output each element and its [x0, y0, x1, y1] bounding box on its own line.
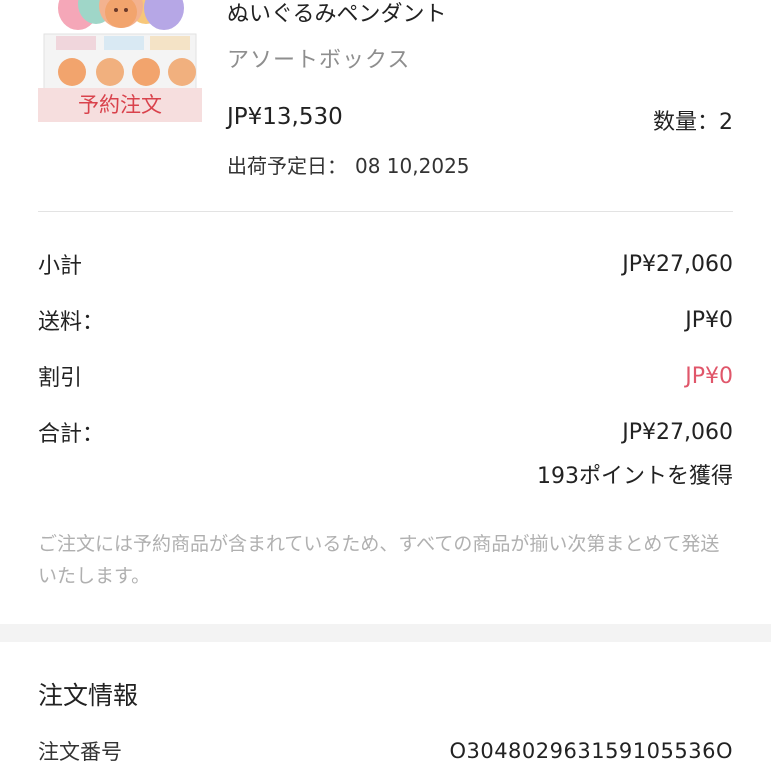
ship-date-value: 08 10,2025	[355, 154, 470, 178]
discount-label: 割引	[38, 366, 83, 391]
shipping-row: 送料： JP¥0	[38, 302, 733, 338]
discount-row: 割引 JP¥0	[38, 358, 733, 394]
product-quantity: 数量：2	[653, 110, 733, 135]
subtotal-label: 小計	[38, 254, 83, 279]
ship-date-row: 出荷予定日： 08 10,2025	[227, 150, 478, 179]
product-price: JP¥13,530	[227, 104, 343, 130]
points-earned: 193ポイントを獲得	[537, 464, 733, 489]
section-separator	[0, 624, 771, 642]
shipping-label: 送料：	[38, 310, 105, 335]
order-number-value[interactable]: O304802963159105536О	[449, 739, 733, 763]
order-number-row: 注文番号 O304802963159105536О	[38, 736, 733, 766]
discount-value: JP¥0	[685, 363, 733, 389]
preorder-note: ご注文には予約商品が含まれているため、すべての商品が揃い次第まとめて発送いたしま…	[38, 533, 720, 587]
product-thumbnail[interactable]: 予約注文	[38, 0, 202, 122]
order-info-title: 注文情報	[38, 681, 139, 710]
preorder-badge: 予約注文	[38, 88, 202, 122]
order-number-label: 注文番号	[38, 740, 122, 764]
order-detail-page: 予約注文 ぬいぐるみペンダント アソートボックス JP¥13,530 数量：2 …	[0, 0, 771, 771]
product-name[interactable]: ぬいぐるみペンダント	[227, 0, 447, 28]
subtotal-row: 小計 JP¥27,060	[38, 246, 733, 282]
total-row: 合計： JP¥27,060	[38, 414, 733, 450]
ship-date-label: 出荷予定日：	[227, 154, 347, 178]
total-value: JP¥27,060	[622, 419, 733, 445]
subtotal-value: JP¥27,060	[622, 251, 733, 277]
divider	[38, 211, 733, 212]
total-label: 合計：	[38, 422, 105, 447]
shipping-value: JP¥0	[685, 307, 733, 333]
product-variant: アソートボックス	[227, 48, 411, 73]
